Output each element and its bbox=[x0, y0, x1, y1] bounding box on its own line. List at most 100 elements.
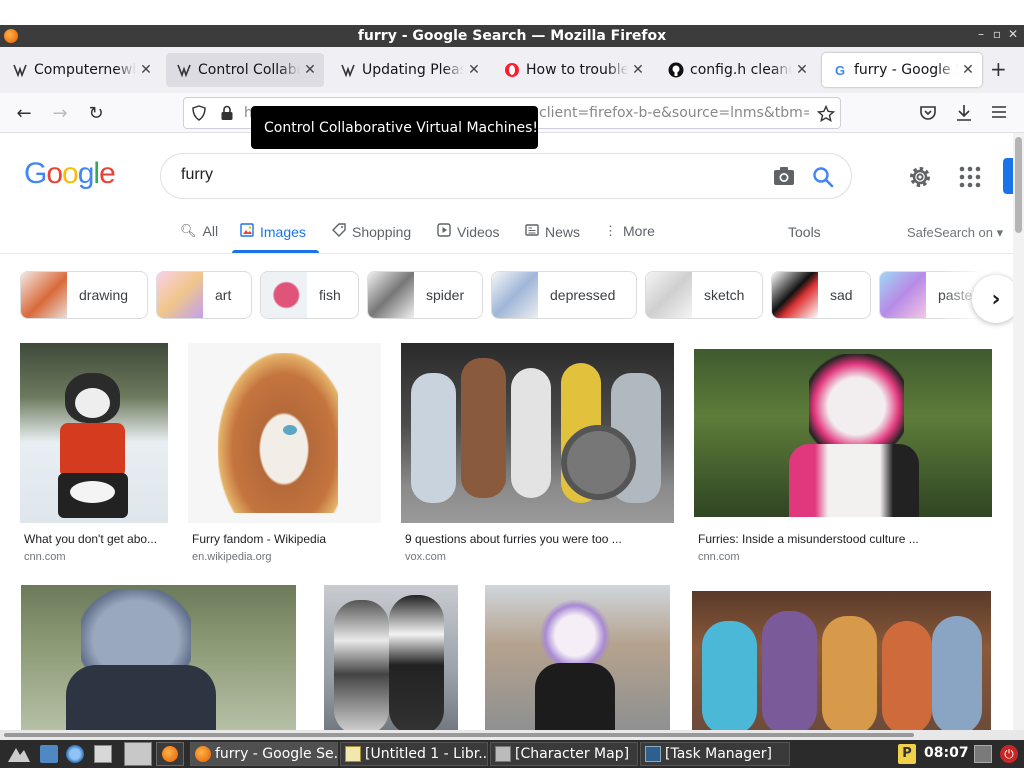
chip-label: fish bbox=[319, 287, 341, 303]
chip-sketch[interactable]: sketch bbox=[645, 271, 763, 319]
chip-depressed[interactable]: depressed bbox=[491, 271, 637, 319]
vertical-scrollbar[interactable] bbox=[1013, 133, 1024, 730]
taskbar: furry - Google Se... [Untitled 1 - Libr.… bbox=[0, 740, 1024, 768]
chip-thumbnail bbox=[157, 272, 203, 318]
tab-videos-label: Videos bbox=[457, 223, 500, 240]
tab-updating[interactable]: Updating Please ✕ bbox=[330, 53, 488, 87]
chip-drawing[interactable]: drawing bbox=[20, 271, 148, 319]
safesearch-toggle[interactable]: SafeSearch on ▾ bbox=[907, 225, 1003, 241]
tab-all[interactable]: 🔍︎ All bbox=[180, 223, 218, 239]
bookmark-star-icon[interactable] bbox=[817, 105, 835, 123]
chip-spider[interactable]: spider bbox=[367, 271, 483, 319]
tab-shopping[interactable]: Shopping bbox=[332, 223, 411, 240]
tab-label: Computernewb's bbox=[34, 62, 136, 78]
horizontal-scrollbar[interactable] bbox=[0, 730, 1024, 740]
file-manager-icon[interactable] bbox=[94, 745, 112, 763]
google-logo[interactable]: Google bbox=[24, 157, 116, 191]
notes-tray-icon[interactable]: P bbox=[898, 744, 916, 764]
tab-news[interactable]: News bbox=[525, 223, 580, 240]
desktop-top-strip bbox=[0, 0, 1024, 25]
tab-more[interactable]: ⋮ More bbox=[604, 223, 655, 239]
menu-icon[interactable] bbox=[991, 105, 1007, 119]
tab-bar: Computernewb's ✕ Control Collabo ✕ Updat… bbox=[0, 47, 1024, 93]
maximize-button[interactable]: ▫ bbox=[990, 27, 1004, 41]
start-menu-icon[interactable] bbox=[6, 744, 32, 764]
firefox-launcher[interactable] bbox=[156, 742, 184, 766]
scrollbar-thumb[interactable] bbox=[4, 733, 914, 737]
result-image[interactable] bbox=[485, 585, 670, 730]
browser-launcher-icon[interactable] bbox=[66, 745, 84, 763]
window-titlebar[interactable]: furry - Google Search — Mozilla Firefox … bbox=[0, 25, 1024, 47]
close-tab-icon[interactable]: ✕ bbox=[300, 62, 320, 78]
workspace-switcher[interactable] bbox=[124, 742, 152, 766]
wiki-icon bbox=[176, 62, 192, 78]
tab-images[interactable]: Images bbox=[240, 223, 306, 240]
clock[interactable]: 08:07 bbox=[924, 745, 969, 761]
lock-icon[interactable] bbox=[220, 105, 234, 121]
result-title[interactable]: Furries: Inside a misunderstood culture … bbox=[698, 532, 988, 546]
downloads-icon[interactable] bbox=[955, 103, 973, 123]
minimize-button[interactable]: – bbox=[974, 27, 988, 41]
logo-letter: o bbox=[46, 157, 63, 190]
forward-button[interactable]: → bbox=[48, 101, 72, 125]
tab-shopping-label: Shopping bbox=[352, 223, 412, 240]
result-image[interactable] bbox=[20, 343, 168, 523]
taskbar-item-libreoffice[interactable]: [Untitled 1 - Libr... bbox=[340, 742, 488, 766]
apps-grid-icon[interactable] bbox=[958, 165, 982, 189]
tab-how-to-troubleshoot[interactable]: How to troubles ✕ bbox=[494, 53, 652, 87]
taskbar-item-charmap[interactable]: [Character Map] bbox=[490, 742, 638, 766]
result-image[interactable] bbox=[401, 343, 674, 523]
tab-videos[interactable]: Videos bbox=[437, 223, 500, 240]
result-title[interactable]: 9 questions about furries you were too .… bbox=[405, 532, 670, 546]
camera-icon[interactable] bbox=[773, 166, 795, 186]
url-text: client=firefox-b-e&source=lnms&tbm= bbox=[539, 105, 809, 121]
new-tab-button[interactable]: + bbox=[990, 57, 1007, 81]
tools-button[interactable]: Tools bbox=[788, 224, 821, 240]
tab-computernewb[interactable]: Computernewb's ✕ bbox=[2, 53, 160, 87]
tab-more-label: More bbox=[623, 223, 655, 239]
result-image[interactable] bbox=[692, 591, 991, 730]
settings-gear-icon[interactable] bbox=[906, 163, 934, 191]
chevron-right-icon[interactable]: › bbox=[972, 275, 1013, 323]
reload-button[interactable]: ↻ bbox=[84, 101, 108, 125]
sign-in-button[interactable] bbox=[1003, 158, 1013, 194]
search-icon[interactable] bbox=[811, 165, 835, 189]
taskbar-item-task-manager[interactable]: [Task Manager] bbox=[640, 742, 790, 766]
result-source: en.wikipedia.org bbox=[192, 551, 272, 563]
close-tab-icon[interactable]: ✕ bbox=[464, 62, 484, 78]
close-tab-icon[interactable]: ✕ bbox=[792, 62, 812, 78]
chip-art[interactable]: art bbox=[156, 271, 252, 319]
shield-icon[interactable] bbox=[191, 105, 207, 121]
result-image[interactable] bbox=[188, 343, 381, 523]
tab-images-label: Images bbox=[260, 223, 306, 240]
result-title[interactable]: What you don't get abo... bbox=[24, 532, 164, 546]
tab-google-search[interactable]: G furry - Google S ✕ bbox=[822, 53, 982, 87]
close-tab-icon[interactable]: ✕ bbox=[628, 62, 648, 78]
chip-thumbnail bbox=[21, 272, 67, 318]
opera-icon bbox=[504, 62, 520, 78]
tab-config-cleanup[interactable]: config.h cleanup ✕ bbox=[658, 53, 816, 87]
result-image[interactable] bbox=[324, 585, 458, 730]
search-query[interactable]: furry bbox=[181, 166, 213, 184]
charmap-icon bbox=[495, 746, 511, 762]
chip-fish[interactable]: fish bbox=[260, 271, 359, 319]
result-image[interactable] bbox=[21, 585, 296, 730]
tab-control-collab[interactable]: Control Collabo ✕ bbox=[166, 53, 324, 87]
logo-letter: g bbox=[77, 157, 95, 190]
result-title[interactable]: Furry fandom - Wikipedia bbox=[192, 532, 377, 546]
monitor-tray-icon[interactable] bbox=[974, 745, 992, 763]
chip-sad[interactable]: sad bbox=[771, 271, 871, 319]
result-source: vox.com bbox=[405, 551, 446, 563]
show-desktop-icon[interactable] bbox=[40, 745, 58, 763]
search-box[interactable]: furry bbox=[160, 153, 852, 199]
power-icon[interactable]: ⏻ bbox=[1000, 745, 1018, 763]
pocket-icon[interactable] bbox=[919, 104, 937, 122]
taskbar-item-firefox[interactable]: furry - Google Se... bbox=[190, 742, 338, 766]
result-image[interactable] bbox=[694, 349, 992, 517]
close-tab-icon[interactable]: ✕ bbox=[958, 62, 978, 78]
task-manager-icon bbox=[645, 746, 661, 762]
close-window-button[interactable]: ✕ bbox=[1006, 27, 1020, 41]
close-tab-icon[interactable]: ✕ bbox=[136, 62, 156, 78]
back-button[interactable]: ← bbox=[12, 101, 36, 125]
scrollbar-thumb[interactable] bbox=[1015, 137, 1022, 233]
